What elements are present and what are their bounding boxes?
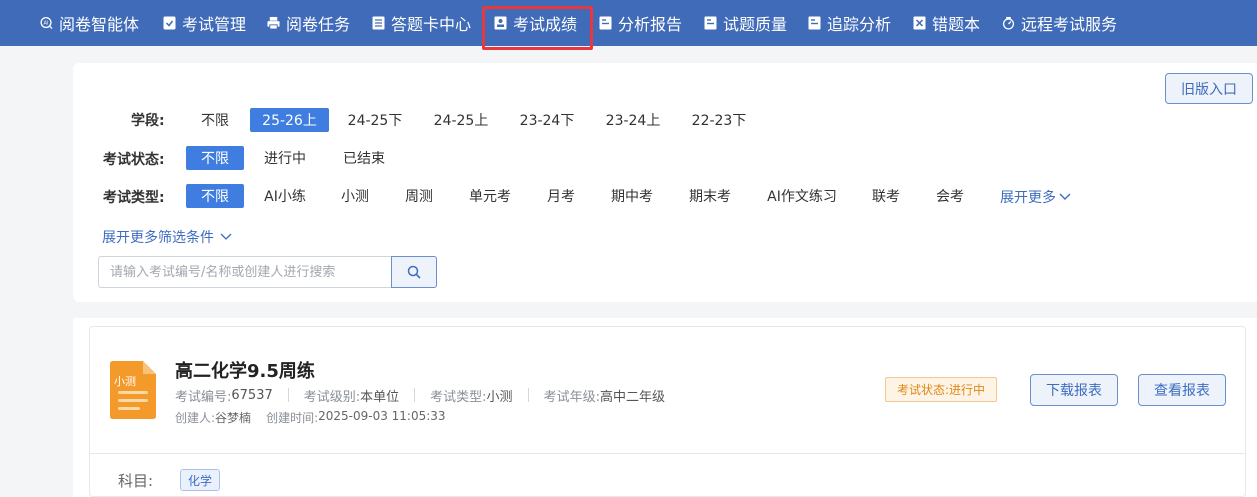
card-divider [90,453,1245,454]
nav-item-label: 试题质量 [723,15,788,34]
status-option-unlimited[interactable]: 不限 [186,146,244,170]
stage-filter-label: 学段: [131,113,165,129]
quality-icon [704,16,717,30]
exam-status-badge: 考试状态:进行中 [885,377,997,402]
exam-number: 67537 [231,387,273,403]
exam-creator-row: 创建人: 谷梦楠 创建时间: 2025-09-03 11:05:33 [175,409,446,426]
search-button[interactable] [391,256,437,288]
stage-option-24-25-1[interactable]: 24-25上 [423,108,499,132]
nav-item-exam-management[interactable]: 考试管理 [163,0,246,46]
type-option-midterm[interactable]: 期中考 [601,184,663,208]
status-option-ended[interactable]: 已结束 [331,146,397,170]
nav-item-label: 考试成绩 [513,15,578,34]
meta-separator [527,388,529,402]
type-option-unit[interactable]: 单元考 [460,184,520,208]
creator-name: 谷梦楠 [215,411,252,425]
type-option-joint-exam[interactable]: 联考 [861,184,911,208]
type-option-final[interactable]: 期末考 [679,184,741,208]
nav-item-answer-sheet-center[interactable]: 答题卡中心 [372,0,471,46]
nav-item-label: 追踪分析 [827,15,892,34]
nav-item-exam-scores[interactable]: 考试成绩 [481,0,594,50]
stage-option-23-24-1[interactable]: 23-24上 [595,108,671,132]
search-icon [407,265,421,279]
nav-item-wrong-question-book[interactable]: 错题本 [913,0,980,46]
nav-item-label: 答题卡中心 [391,15,472,34]
expand-more-label: 展开更多 [1000,190,1056,206]
nav-item-question-quality[interactable]: 试题质量 [704,0,787,46]
nav-item-tracking-analysis[interactable]: 追踪分析 [808,0,891,46]
type-option-weekly[interactable]: 周测 [394,184,444,208]
tracking-icon [808,16,821,30]
status-option-in-progress[interactable]: 进行中 [252,146,318,170]
exam-level-label: 考试级别: [303,389,361,405]
wrong-book-icon [913,16,926,30]
nav-item-analysis-report[interactable]: 分析报告 [599,0,682,46]
stage-option-unlimited[interactable]: 不限 [186,108,244,132]
printer-icon [267,16,280,30]
creator-label: 创建人: [175,411,216,425]
nav-item-grading-tasks[interactable]: 阅卷任务 [267,0,350,46]
old-version-entry-button[interactable]: 旧版入口 [1165,73,1253,104]
chevron-down-icon [1059,193,1071,200]
expand-more-filters-link[interactable]: 展开更多筛选条件 [102,227,233,247]
nav-item-label: 阅卷智能体 [59,15,140,34]
type-option-unlimited[interactable]: 不限 [186,184,244,208]
exam-status-filter-label: 考试状态: [103,152,165,168]
report-icon [599,16,612,30]
doc-icon-label: 小测 [114,375,136,388]
created-time-label: 创建时间: [266,411,319,425]
download-report-button[interactable]: 下载报表 [1030,374,1118,406]
chevron-down-icon [220,233,232,240]
exam-search-input[interactable] [98,256,392,288]
meta-separator [414,388,416,402]
view-report-button[interactable]: 查看报表 [1138,374,1226,406]
created-time: 2025-09-03 11:05:33 [318,409,446,423]
svg-text:AI: AI [44,20,49,26]
exam-level: 本单位 [360,389,400,405]
type-option-proficiency[interactable]: 会考 [925,184,975,208]
stage-option-24-25-2[interactable]: 24-25下 [337,108,413,132]
expand-more-types-link[interactable]: 展开更多 [1000,187,1071,207]
list-doc-icon [372,16,385,30]
stage-option-23-24-2[interactable]: 23-24下 [509,108,585,132]
type-option-quiz[interactable]: 小测 [330,184,380,208]
nav-item-label: 考试管理 [182,15,247,34]
subject-tag-chemistry[interactable]: 化学 [180,469,220,491]
exam-meta-row: 考试编号: 67537 考试级别: 本单位 考试类型: 小测 考试年级: 高中二… [175,386,665,405]
type-option-ai-practice[interactable]: AI小练 [255,184,315,208]
exam-type-filter-label: 考试类型: [103,190,165,206]
nav-item-ai-agent[interactable]: AI 阅卷智能体 [40,0,139,46]
exam-title[interactable]: 高二化学9.5周练 [175,357,315,383]
stage-option-22-23-2[interactable]: 22-23下 [681,108,757,132]
nav-item-label: 阅卷任务 [286,15,351,34]
nav-item-label: 分析报告 [618,15,683,34]
clipboard-check-icon [163,16,176,30]
expand-more-filters-label: 展开更多筛选条件 [102,230,214,246]
nav-item-remote-exam-service[interactable]: 远程考试服务 [1002,0,1117,46]
remote-service-icon [1002,16,1015,30]
exam-type-label: 考试类型: [430,389,487,405]
score-card-icon [494,16,507,30]
ai-brain-icon: AI [40,16,53,30]
subject-label: 科目: [118,472,154,490]
nav-item-label: 远程考试服务 [1021,15,1118,34]
meta-separator [287,388,289,402]
stage-option-25-26-1[interactable]: 25-26上 [250,108,329,132]
type-option-monthly[interactable]: 月考 [536,184,586,208]
type-option-ai-essay[interactable]: AI作文练习 [759,184,845,208]
exam-grade-label: 考试年级: [543,389,600,405]
nav-item-label: 错题本 [932,15,981,34]
quiz-document-icon [110,361,156,419]
top-nav-bar: AI 阅卷智能体 考试管理 阅卷任务 答题卡中心 考试成绩 分析报告 试题质量 … [0,0,1257,50]
exam-grade: 高中二年级 [599,389,665,405]
exam-number-label: 考试编号: [175,389,232,405]
exam-type: 小测 [486,389,513,405]
